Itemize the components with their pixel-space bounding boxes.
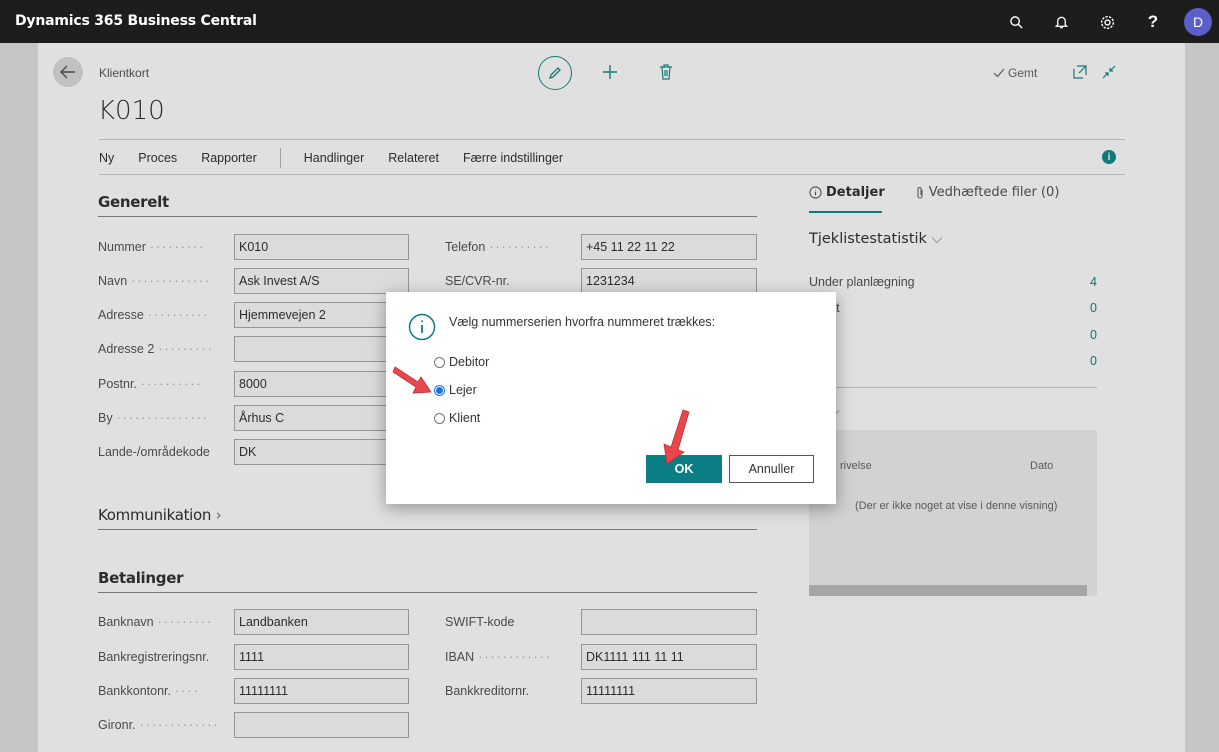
avatar[interactable]: D (1184, 8, 1212, 36)
dialog-message: Vælg nummerserien hvorfra nummeret trækk… (449, 315, 716, 329)
option-label: Klient (449, 411, 481, 425)
help-icon[interactable]: ? (1143, 12, 1163, 32)
top-bar: Dynamics 365 Business Central ? D (0, 0, 1219, 43)
option-lejer[interactable]: Lejer (434, 383, 477, 397)
option-klient[interactable]: Klient (434, 411, 480, 425)
app-title[interactable]: Dynamics 365 Business Central (15, 13, 257, 29)
gear-icon[interactable] (1097, 12, 1117, 32)
option-debitor[interactable]: Debitor (434, 355, 489, 369)
cancel-button[interactable]: Annuller (729, 455, 814, 483)
info-icon (408, 313, 436, 344)
bell-icon[interactable] (1051, 12, 1071, 32)
option-label: Lejer (449, 383, 477, 397)
annotation-arrow-icon (659, 408, 693, 469)
radio-button-selected[interactable] (434, 384, 445, 396)
annotation-arrow-icon (392, 362, 434, 399)
option-label: Debitor (449, 355, 490, 369)
search-icon[interactable] (1006, 12, 1026, 32)
radio-button[interactable] (434, 412, 445, 424)
radio-button[interactable] (434, 356, 445, 368)
